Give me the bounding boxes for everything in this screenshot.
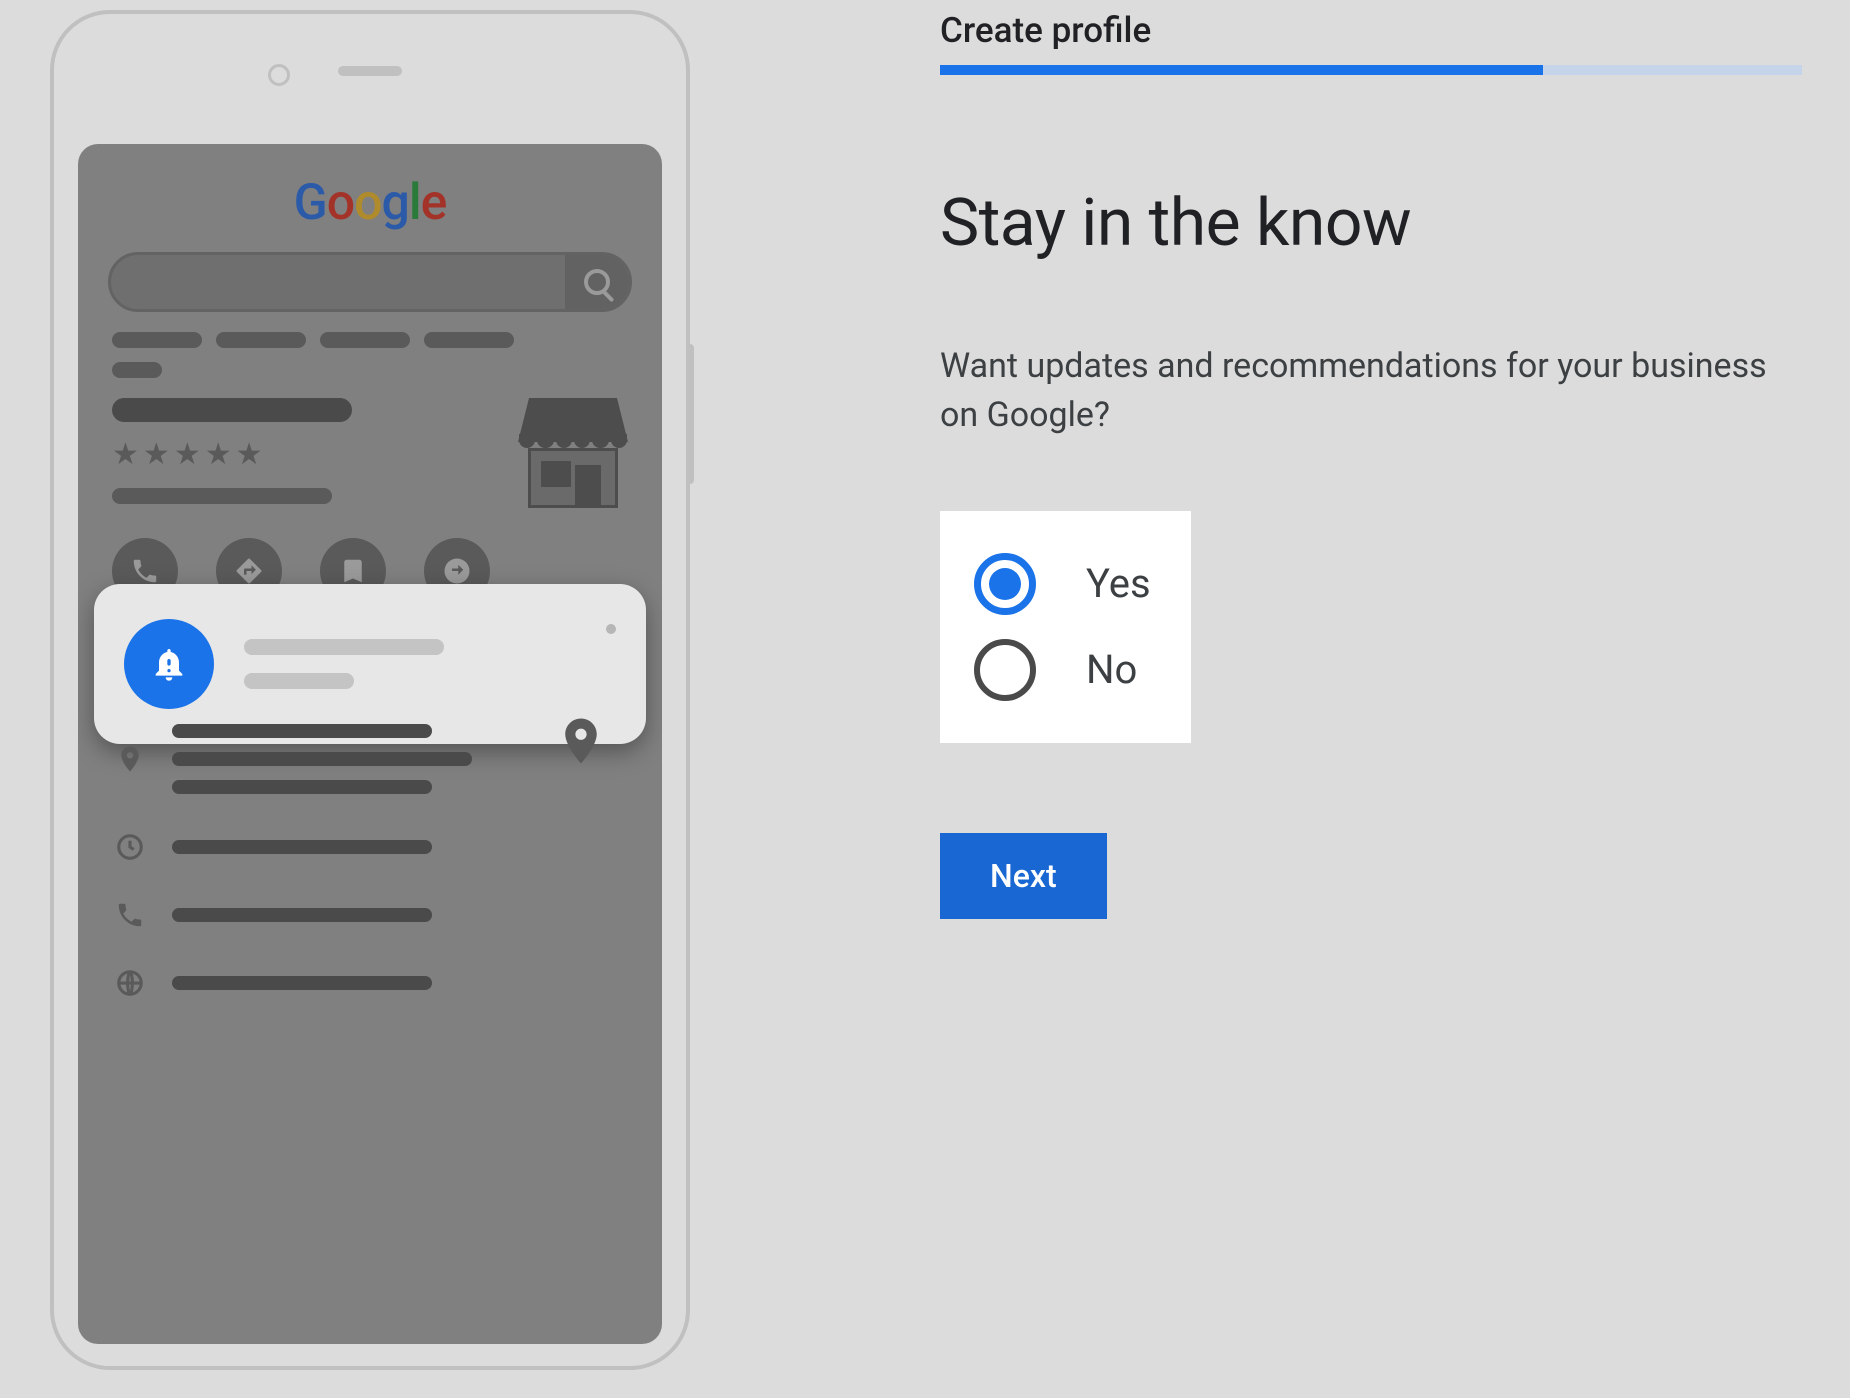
website-row: [112, 968, 628, 998]
pin-icon: [112, 744, 148, 774]
radio-label-yes: Yes: [1086, 560, 1151, 607]
radio-option-no[interactable]: No: [970, 627, 1155, 713]
content-panel: Create profile Stay in the know Want upd…: [740, 0, 1850, 1398]
storefront-icon: [518, 398, 628, 508]
globe-icon: [112, 968, 148, 998]
phone-mockup: Google ★★★★★: [50, 10, 690, 1370]
page-title: Stay in the know: [940, 185, 1802, 262]
phone-screen: Google ★★★★★: [78, 144, 662, 1344]
radio-group: Yes No: [940, 511, 1191, 743]
progress-bar: [940, 65, 1802, 75]
map-pin-icon: [554, 714, 608, 782]
rating-stars: ★★★★★: [112, 440, 518, 470]
radio-selected-icon: [974, 553, 1036, 615]
search-icon: [565, 255, 629, 309]
step-label: Create profile: [940, 10, 1802, 51]
hours-row: [112, 832, 628, 862]
illustration-panel: Google ★★★★★: [0, 0, 740, 1398]
next-button[interactable]: Next: [940, 833, 1107, 919]
phone-icon: [112, 900, 148, 930]
question-text: Want updates and recommendations for you…: [940, 342, 1802, 441]
bell-icon: [124, 619, 214, 709]
clock-icon: [112, 832, 148, 862]
search-bar-illustration: [108, 252, 632, 312]
business-card-illustration: ★★★★★: [112, 398, 628, 508]
google-logo: Google: [98, 174, 642, 232]
radio-option-yes[interactable]: Yes: [970, 541, 1155, 627]
radio-label-no: No: [1086, 646, 1137, 693]
phone-row: [112, 900, 628, 930]
progress-fill: [940, 65, 1543, 75]
address-row: [112, 724, 628, 794]
radio-unselected-icon: [974, 639, 1036, 701]
